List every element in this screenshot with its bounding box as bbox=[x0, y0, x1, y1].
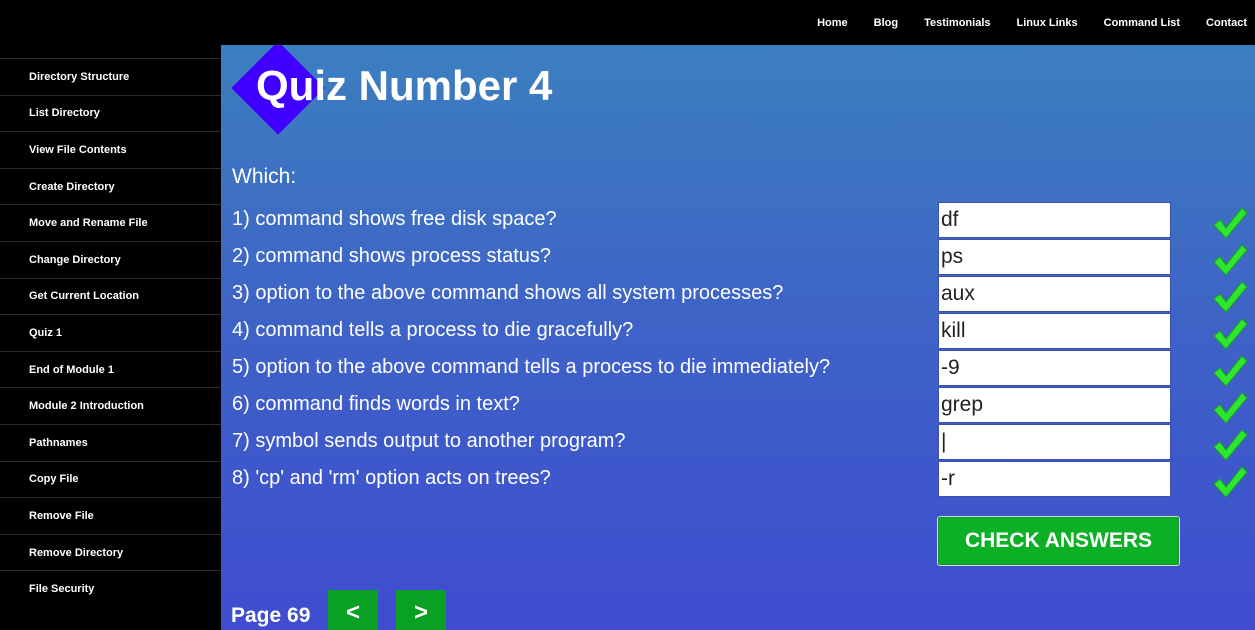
question-row: 7) symbol sends output to another progra… bbox=[232, 424, 1255, 461]
previous-page-button[interactable]: < bbox=[328, 590, 378, 630]
sidebar-item-quiz-1[interactable]: Quiz 1 bbox=[0, 314, 221, 351]
question-row: 2) command shows process status? bbox=[232, 239, 1255, 276]
sidebar-item-move-rename-file[interactable]: Move and Rename File bbox=[0, 204, 221, 241]
sidebar-item-create-directory[interactable]: Create Directory bbox=[0, 167, 221, 205]
next-page-button[interactable]: > bbox=[396, 590, 446, 630]
nav-contact[interactable]: Contact bbox=[1206, 17, 1247, 29]
question-text: 3) option to the above command shows all… bbox=[232, 282, 784, 304]
question-text: 5) option to the above command tells a p… bbox=[232, 356, 831, 378]
answer-input[interactable] bbox=[938, 350, 1171, 386]
check-icon bbox=[1213, 392, 1248, 424]
question-row: 1) command shows free disk space? bbox=[232, 202, 1255, 239]
main-content: Quiz Number 4 Which: 1) command shows fr… bbox=[221, 45, 1255, 630]
sidebar-item-file-security[interactable]: File Security bbox=[0, 570, 221, 607]
answer-input[interactable] bbox=[938, 276, 1171, 312]
question-text: 1) command shows free disk space? bbox=[232, 208, 557, 230]
sidebar: Directory Structure List Directory View … bbox=[0, 45, 221, 630]
check-icon bbox=[1213, 429, 1248, 461]
check-icon bbox=[1213, 244, 1248, 276]
page-title: Quiz Number 4 bbox=[256, 62, 553, 109]
answer-input[interactable] bbox=[938, 387, 1171, 423]
sidebar-item-list-directory[interactable]: List Directory bbox=[0, 94, 221, 132]
sidebar-item-module-2-introduction[interactable]: Module 2 Introduction bbox=[0, 387, 221, 424]
question-text: 2) command shows process status? bbox=[232, 245, 552, 267]
nav-command-list[interactable]: Command List bbox=[1104, 17, 1180, 29]
question-text: 6) command finds words in text? bbox=[232, 393, 520, 415]
nav-home[interactable]: Home bbox=[817, 17, 848, 29]
sidebar-item-end-of-module-1[interactable]: End of Module 1 bbox=[0, 350, 221, 388]
page-number: Page 69 bbox=[231, 604, 311, 627]
check-icon bbox=[1213, 466, 1248, 498]
sidebar-item-copy-file[interactable]: Copy File bbox=[0, 460, 221, 498]
question-row: 4) command tells a process to die gracef… bbox=[232, 313, 1255, 350]
sidebar-item-directory-structure[interactable]: Directory Structure bbox=[0, 58, 221, 95]
answer-input[interactable] bbox=[938, 461, 1171, 497]
sidebar-item-remove-file[interactable]: Remove File bbox=[0, 497, 221, 534]
question-text: 7) symbol sends output to another progra… bbox=[232, 430, 626, 452]
nav-testimonials[interactable]: Testimonials bbox=[924, 17, 990, 29]
answer-input[interactable] bbox=[938, 313, 1171, 349]
sidebar-item-remove-directory[interactable]: Remove Directory bbox=[0, 533, 221, 571]
answer-input[interactable] bbox=[938, 202, 1171, 238]
sidebar-item-pathnames[interactable]: Pathnames bbox=[0, 423, 221, 461]
answer-input[interactable] bbox=[938, 239, 1171, 275]
nav-blog[interactable]: Blog bbox=[874, 17, 898, 29]
check-answers-button[interactable]: CHECK ANSWERS bbox=[937, 516, 1180, 566]
quiz-intro: Which: bbox=[232, 165, 297, 188]
question-row: 6) command finds words in text? bbox=[232, 387, 1255, 424]
top-navigation: Home Blog Testimonials Linux Links Comma… bbox=[0, 0, 1255, 45]
sidebar-item-change-directory[interactable]: Change Directory bbox=[0, 240, 221, 278]
sidebar-item-view-file-contents[interactable]: View File Contents bbox=[0, 131, 221, 168]
answer-input[interactable] bbox=[938, 424, 1171, 460]
question-row: 8) 'cp' and 'rm' option acts on trees? bbox=[232, 461, 1255, 498]
question-text: 4) command tells a process to die gracef… bbox=[232, 319, 634, 341]
check-icon bbox=[1213, 355, 1248, 387]
nav-linux-links[interactable]: Linux Links bbox=[1017, 17, 1078, 29]
check-icon bbox=[1213, 318, 1248, 350]
question-row: 5) option to the above command tells a p… bbox=[232, 350, 1255, 387]
sidebar-item-get-current-location[interactable]: Get Current Location bbox=[0, 277, 221, 315]
question-row: 3) option to the above command shows all… bbox=[232, 276, 1255, 313]
check-icon bbox=[1213, 207, 1248, 239]
question-text: 8) 'cp' and 'rm' option acts on trees? bbox=[232, 467, 551, 489]
check-icon bbox=[1213, 281, 1248, 313]
